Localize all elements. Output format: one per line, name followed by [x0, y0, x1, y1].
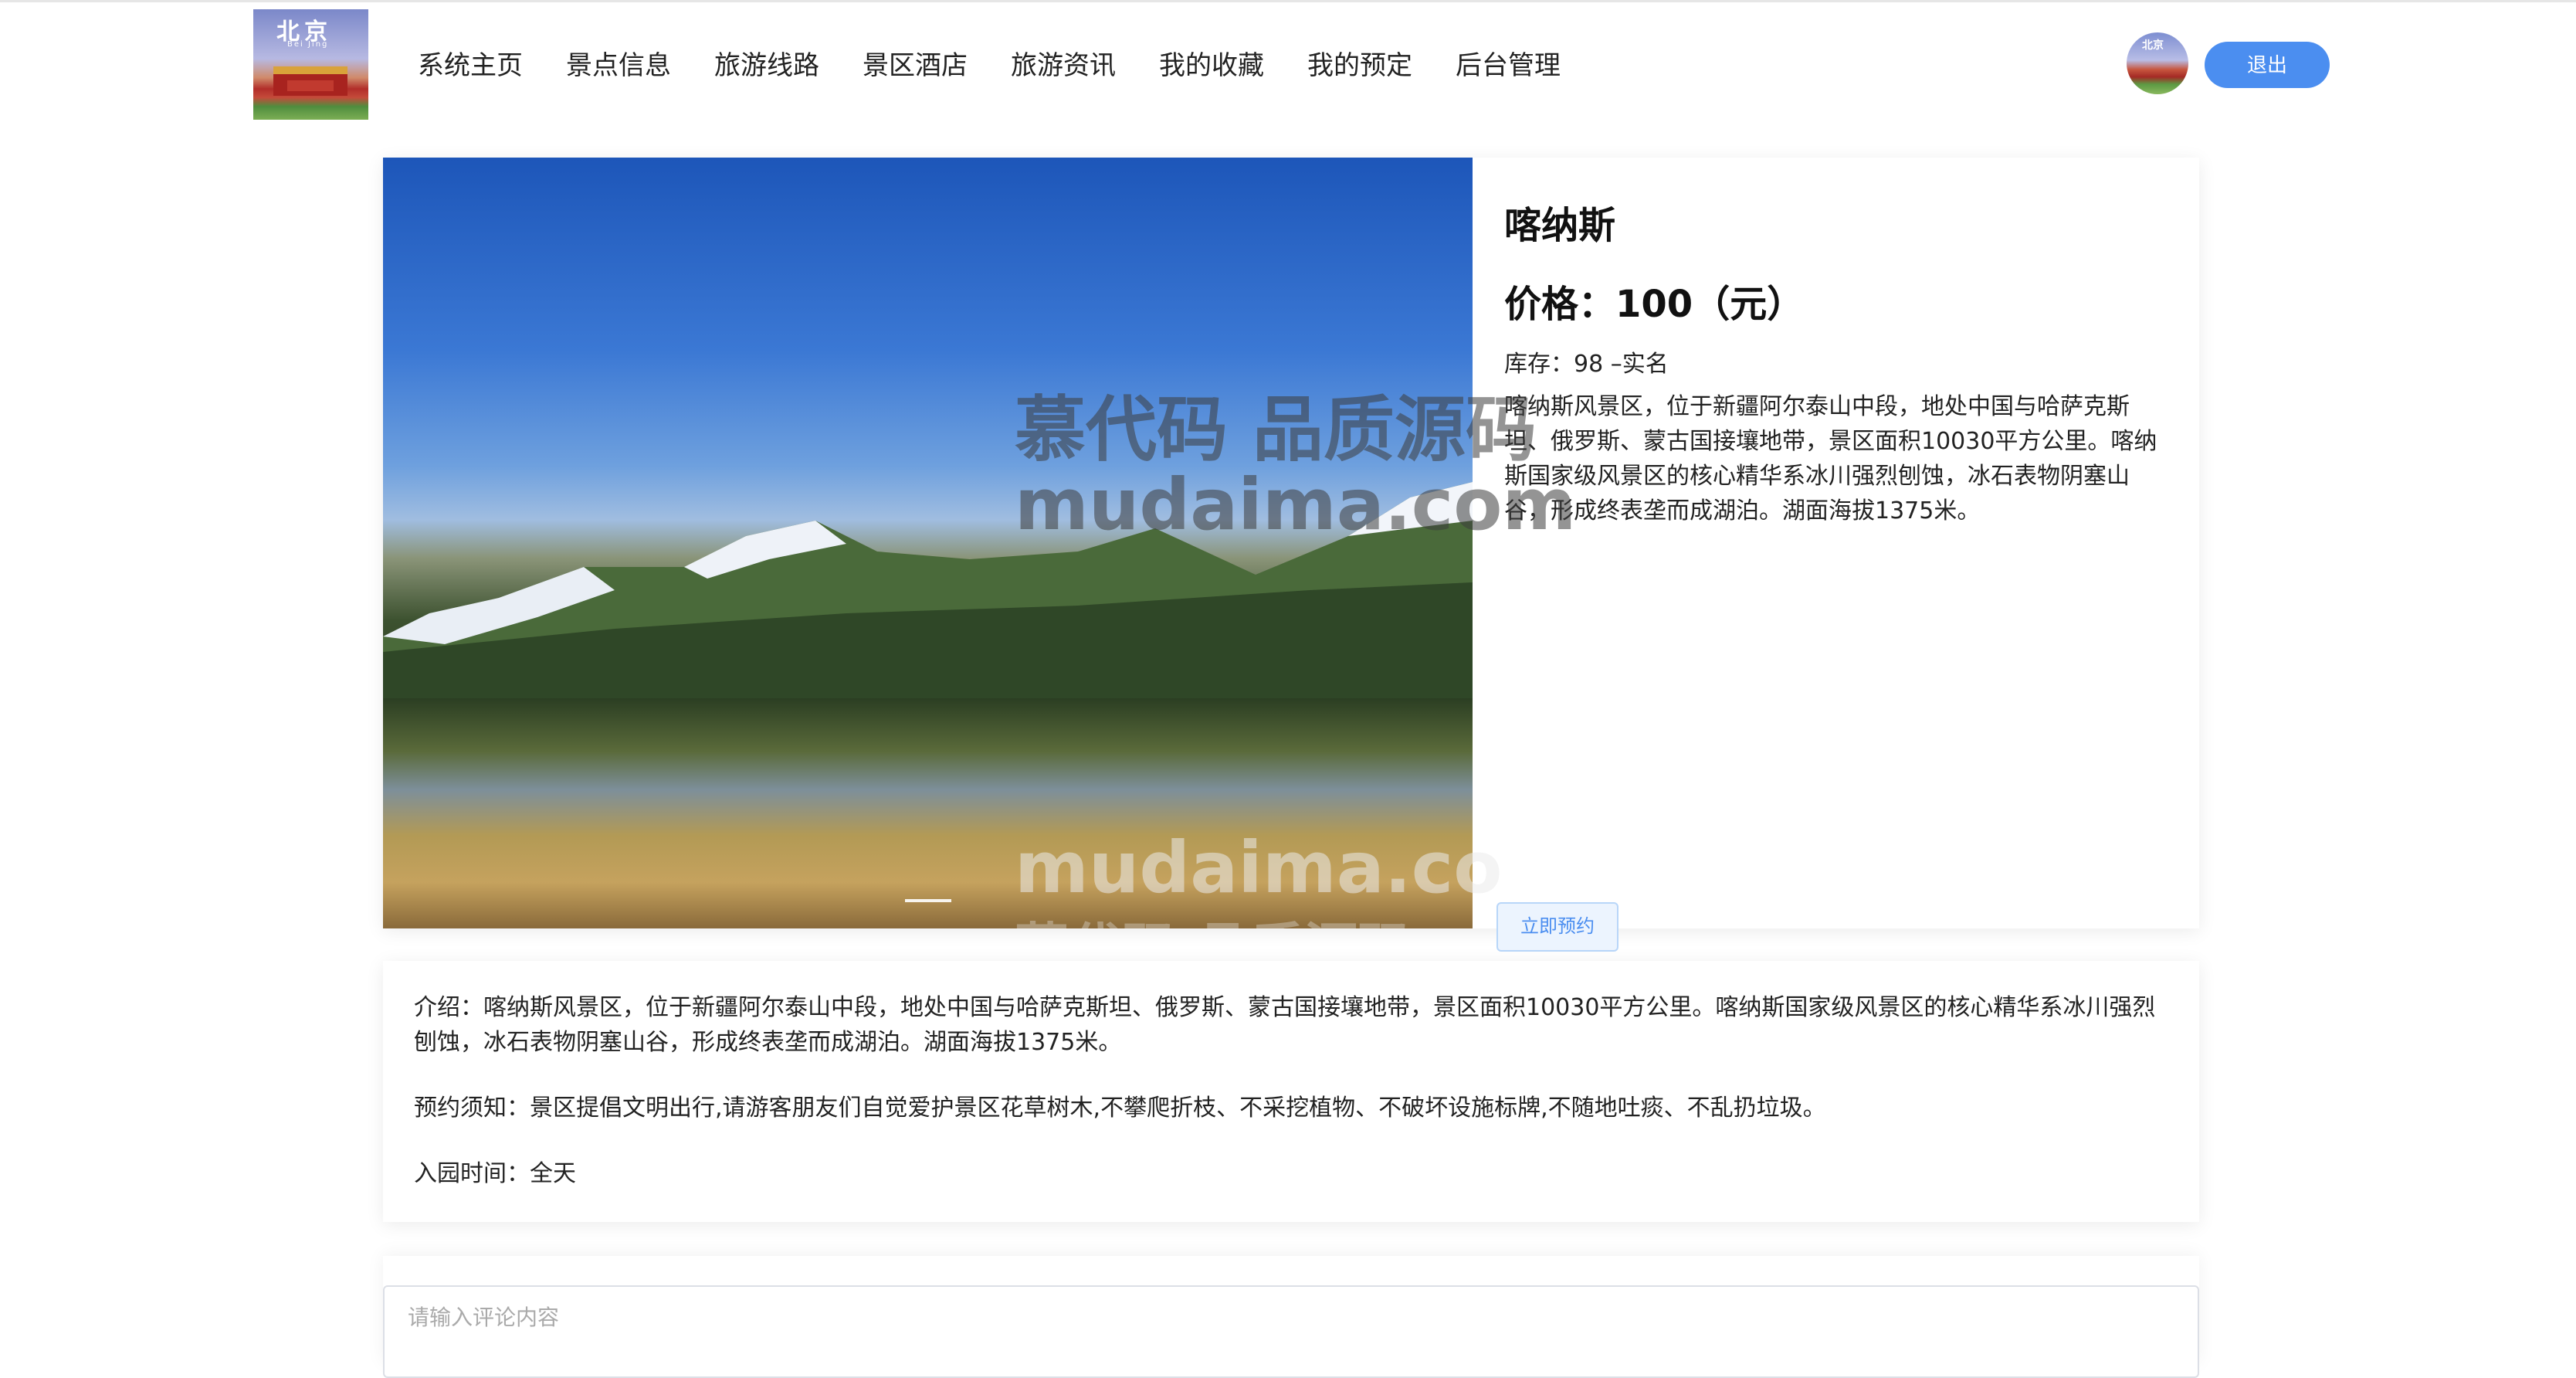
spot-price: 价格：100（元）: [1504, 283, 1805, 326]
nav-routes[interactable]: 旅游线路: [714, 46, 819, 85]
spot-intro: 介绍：喀纳斯风景区，位于新疆阿尔泰山中段，地处中国与哈萨克斯坦、俄罗斯、蒙古国接…: [414, 994, 2156, 1056]
nav-home[interactable]: 系统主页: [418, 46, 523, 85]
booking-notice: 预约须知：景区提倡文明出行,请游客朋友们自觉爱护景区花草树木,不攀爬折枝、不采挖…: [414, 1095, 1826, 1122]
spot-details: 介绍：喀纳斯风景区，位于新疆阿尔泰山中段，地处中国与哈萨克斯坦、俄罗斯、蒙古国接…: [383, 961, 2199, 1222]
nav-bookings[interactable]: 我的预定: [1307, 46, 1412, 85]
opening-hours: 入园时间：全天: [414, 1160, 576, 1187]
nav-favorites[interactable]: 我的收藏: [1159, 46, 1264, 85]
logout-button[interactable]: 退出: [2205, 42, 2330, 88]
comment-section: [383, 1256, 2199, 1378]
main-nav: 系统主页 景点信息 旅游线路 景区酒店 旅游资讯 我的收藏 我的预定 后台管理: [418, 46, 1604, 85]
watermark-text: mudaima.com: [1015, 463, 1577, 546]
nav-attractions[interactable]: 景点信息: [566, 46, 671, 85]
carousel-indicator[interactable]: [905, 899, 951, 902]
avatar[interactable]: 北京: [2127, 32, 2188, 94]
avatar-text: 北京: [2142, 39, 2164, 52]
comment-input[interactable]: [383, 1285, 2199, 1378]
watermark-text: 慕代码 品质源码: [1015, 905, 1412, 928]
spot-title: 喀纳斯: [1504, 204, 1616, 247]
book-now-button[interactable]: 立即预约: [1496, 902, 1618, 952]
watermark-text: mudaima.co: [1015, 826, 1503, 909]
logo-gate-graphic: [273, 66, 347, 96]
watermark-text: 慕代码 品质源码: [1015, 389, 1537, 471]
nav-admin[interactable]: 后台管理: [1456, 46, 1561, 85]
site-logo[interactable]: 北京 Bei Jing: [253, 9, 368, 120]
header: 北京 Bei Jing 系统主页 景点信息 旅游线路 景区酒店 旅游资讯 我的收…: [0, 0, 2576, 131]
spot-description: 喀纳斯风景区，位于新疆阿尔泰山中段，地处中国与哈萨克斯坦、俄罗斯、蒙古国接壤地带…: [1504, 393, 2157, 524]
nav-hotels[interactable]: 景区酒店: [863, 46, 968, 85]
logo-subtitle: Bei Jing: [287, 40, 329, 49]
spot-info: 喀纳斯 价格：100（元） 库存：98 –实名 喀纳斯风景区，位于新疆阿尔泰山中…: [1504, 158, 2184, 928]
nav-news[interactable]: 旅游资讯: [1011, 46, 1116, 85]
